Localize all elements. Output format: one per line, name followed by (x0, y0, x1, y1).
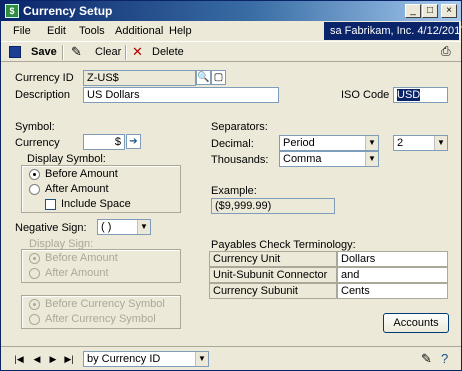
term-label-unit-subunit-connector: Unit-Subunit Connector (209, 267, 337, 283)
new-note-icon[interactable]: ▢ (211, 70, 226, 85)
after-currency-symbol-label: After Currency Symbol (45, 313, 156, 325)
chevron-down-icon: ▼ (434, 136, 447, 150)
include-space-checkbox[interactable] (45, 199, 56, 210)
sort-order-dropdown[interactable]: by Currency ID ▼ (83, 351, 209, 367)
next-record-icon[interactable]: ▶ (47, 353, 59, 365)
before-amount-radio[interactable] (29, 169, 40, 180)
term-value-currency-subunit[interactable]: Cents (337, 283, 448, 299)
chevron-down-icon: ▼ (137, 220, 150, 234)
sign-before-amount-label: Before Amount (45, 252, 118, 264)
display-symbol-label: Display Symbol: (27, 153, 106, 165)
term-label-currency-subunit: Currency Subunit (209, 283, 337, 299)
help-icon[interactable]: ? (441, 351, 448, 366)
after-amount-radio[interactable] (29, 184, 40, 195)
sign-after-amount-radio[interactable] (29, 268, 40, 279)
sign-before-amount-radio[interactable] (29, 253, 40, 264)
example-field: ($9,999.99) (211, 198, 335, 214)
chevron-down-icon: ▼ (195, 352, 208, 366)
status-bar: |◀ ◀ ▶ ▶| by Currency ID ▼ ✎ ? (1, 346, 461, 370)
menu-additional[interactable]: Additional (115, 25, 163, 37)
iso-code-label: ISO Code (341, 89, 390, 101)
payables-terminology-label: Payables Check Terminology: (211, 239, 356, 251)
menu-help[interactable]: Help (169, 25, 192, 37)
print-icon[interactable]: ⎙ (441, 44, 451, 59)
negative-sign-label: Negative Sign: (15, 222, 87, 234)
decimal-label: Decimal: (211, 138, 254, 150)
before-currency-symbol-radio[interactable] (29, 299, 40, 310)
maximize-button[interactable]: □ (422, 4, 438, 18)
toolbar-divider (62, 45, 64, 60)
menu-edit[interactable]: Edit (47, 25, 66, 37)
currency-id-field[interactable]: Z-US$ (83, 70, 196, 86)
last-record-icon[interactable]: ▶| (63, 353, 75, 365)
sort-order-value: by Currency ID (87, 353, 161, 365)
decimal-places-value: 2 (397, 137, 404, 149)
minimize-button[interactable]: _ (405, 4, 421, 18)
negative-sign-dropdown[interactable]: ( ) ▼ (97, 219, 151, 235)
include-space-label: Include Space (61, 198, 131, 210)
description-label: Description (15, 89, 71, 101)
thousands-label: Thousands: (211, 154, 269, 166)
thousands-dropdown[interactable]: Comma ▼ (279, 151, 379, 167)
menu-tools[interactable]: Tools (79, 25, 105, 37)
decimal-places-dropdown[interactable]: 2 ▼ (393, 135, 448, 151)
arrow-right-icon[interactable]: ➔ (126, 134, 141, 149)
description-field[interactable]: US Dollars (83, 87, 279, 103)
decimal-dropdown[interactable]: Period ▼ (279, 135, 379, 151)
thousands-value: Comma (283, 153, 322, 165)
separators-label: Separators: (211, 121, 268, 133)
clear-icon: ✎ (71, 44, 82, 59)
save-button[interactable]: Save (31, 46, 57, 58)
currency-symbol-label: Currency (15, 137, 60, 149)
note-icon[interactable]: ✎ (421, 351, 432, 367)
negative-sign-value: ( ) (101, 221, 112, 233)
previous-record-icon[interactable]: ◀ (31, 353, 43, 365)
iso-code-field[interactable]: USD (393, 87, 448, 103)
delete-icon: ✕ (132, 44, 143, 59)
term-value-unit-subunit-connector[interactable]: and (337, 267, 448, 283)
toolbar-divider (125, 45, 127, 60)
chevron-down-icon: ▼ (365, 136, 378, 150)
before-amount-label: Before Amount (45, 168, 118, 180)
title-bar[interactable]: $ Currency Setup _ □ × (1, 1, 461, 21)
example-label: Example: (211, 185, 257, 197)
decimal-value: Period (283, 137, 315, 149)
lookup-icon[interactable]: 🔍 (196, 70, 211, 85)
toolbar: Save ✎ Clear ✕ Delete ⎙ (1, 41, 461, 62)
after-currency-symbol-radio[interactable] (29, 314, 40, 325)
before-currency-symbol-label: Before Currency Symbol (45, 298, 165, 310)
window-title: Currency Setup (23, 4, 113, 18)
first-record-icon[interactable]: |◀ (13, 353, 25, 365)
app-icon: $ (5, 4, 19, 18)
term-label-currency-unit: Currency Unit (209, 251, 337, 267)
term-value-currency-unit[interactable]: Dollars (337, 251, 448, 267)
sign-after-amount-label: After Amount (45, 267, 109, 279)
company-date-bar: sa Fabrikam, Inc. 4/12/2017 (324, 22, 462, 40)
menu-file[interactable]: File (13, 25, 31, 37)
currency-setup-window: $ Currency Setup _ □ × File Edit Tools A… (0, 0, 462, 371)
accounts-button[interactable]: Accounts (383, 313, 449, 333)
iso-code-value: USD (397, 89, 421, 101)
delete-button[interactable]: Delete (152, 46, 184, 58)
symbol-label: Symbol: (15, 121, 55, 133)
clear-button[interactable]: Clear (95, 46, 121, 58)
chevron-down-icon: ▼ (365, 152, 378, 166)
currency-symbol-field[interactable]: $ (83, 134, 125, 150)
currency-id-label: Currency ID (15, 72, 74, 84)
save-icon (9, 46, 21, 58)
close-button[interactable]: × (441, 4, 457, 18)
after-amount-label: After Amount (45, 183, 109, 195)
